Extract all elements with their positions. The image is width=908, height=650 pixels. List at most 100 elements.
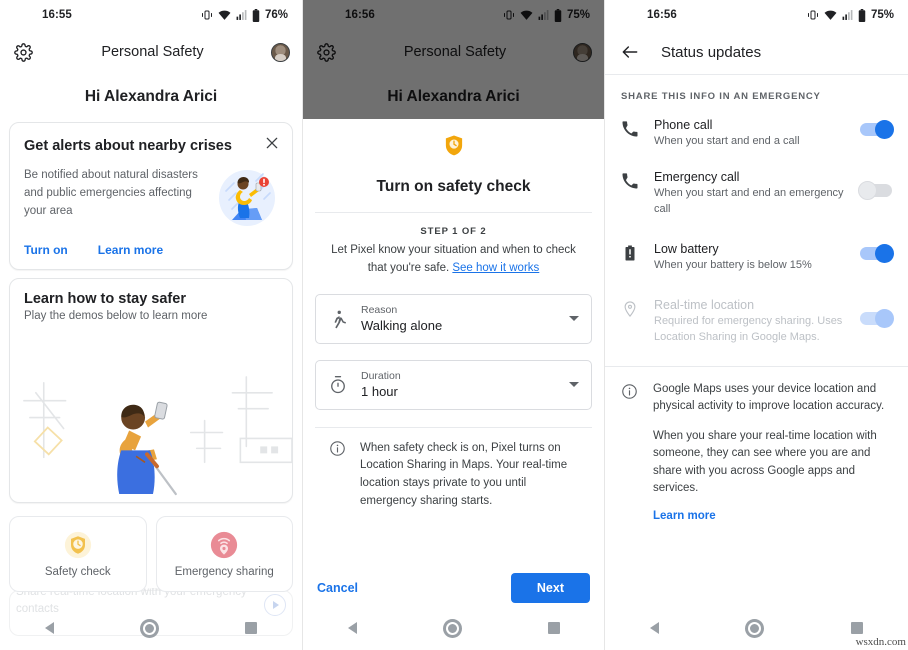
app-bar: Status updates [605, 30, 908, 74]
arrow-back-icon[interactable] [619, 41, 641, 63]
location-pin-icon [624, 301, 636, 317]
learn-more-link[interactable]: Learn more [98, 243, 163, 257]
battery-percent: 75% [870, 9, 894, 21]
close-icon[interactable] [264, 135, 280, 151]
status-bar: 16:56 75% [605, 0, 908, 30]
row-low-battery[interactable]: Low battery When your battery is below 1… [605, 232, 908, 284]
safety-check-shield-clock-icon [64, 531, 91, 558]
row-emergency-call[interactable]: Emergency call When you start and end an… [605, 160, 908, 228]
toggle-knob [858, 180, 877, 200]
section-header: SHARE THIS INFO IN AN EMERGENCY [621, 91, 821, 102]
reason-dropdown[interactable]: Reason Walking alone [315, 293, 592, 344]
row-realtime-location-title: Real-time location [654, 297, 755, 312]
crisis-alerts-description: Be notified about natural disasters and … [24, 169, 198, 217]
learn-demos-title: Learn how to stay safer [24, 291, 186, 308]
nav-home-icon[interactable] [445, 621, 459, 635]
row-phone-call-text: Phone call When you start and end a call [654, 118, 845, 150]
toggle-phone-call[interactable] [860, 120, 894, 139]
row-phone-call-subtitle: When you start and end a call [654, 135, 800, 147]
step-indicator: STEP 1 OF 2 [420, 226, 487, 237]
row-realtime-location-text: Real-time location Required for emergenc… [654, 298, 845, 346]
nav-back-icon[interactable] [649, 622, 659, 634]
signal-icon [236, 10, 247, 20]
row-emergency-call-title: Emergency call [654, 169, 740, 184]
duration-label: Duration [361, 369, 401, 382]
learn-demos-card[interactable]: Learn how to stay safer Play the demos b… [9, 278, 293, 504]
chevron-down-icon[interactable] [569, 382, 579, 388]
nav-recents-icon[interactable] [851, 622, 864, 634]
page-title: Personal Safety [101, 44, 204, 60]
chevron-down-icon[interactable] [569, 316, 579, 322]
app-bar: Personal Safety [0, 30, 302, 74]
nav-recents-icon[interactable] [245, 622, 258, 634]
screen-turn-on-safety-check: 16:56 75% Personal Safety Hi Alexandra A… [302, 0, 604, 650]
wifi-icon [824, 10, 837, 20]
row-emergency-call-text: Emergency call When you start and end an… [654, 170, 845, 218]
row-phone-call[interactable]: Phone call When you start and end a call [605, 108, 908, 160]
turn-on-link[interactable]: Turn on [24, 243, 68, 257]
row-phone-call-title: Phone call [654, 118, 713, 132]
stopwatch-icon [331, 375, 345, 393]
cancel-button[interactable]: Cancel [317, 581, 358, 595]
battery-percent: 76% [264, 9, 288, 21]
toggle-knob [875, 120, 894, 139]
watermark: wsxdn.com [855, 636, 906, 648]
battery-icon [858, 8, 866, 22]
nav-home-icon[interactable] [142, 621, 156, 635]
emergency-sharing-location-icon [211, 531, 238, 558]
toggle-knob [875, 243, 894, 263]
duration-value: 1 hour [361, 384, 398, 400]
info-icon [330, 440, 345, 456]
row-low-battery-text: Low battery When your battery is below 1… [654, 242, 845, 274]
signal-icon [842, 10, 853, 20]
tile-safety-check-label: Safety check [44, 565, 111, 578]
person-with-phone-alert-illustration [216, 167, 278, 229]
shield-clock-icon [445, 135, 462, 156]
status-icons: 75% [807, 8, 894, 22]
phone-icon [622, 121, 638, 137]
battery-icon [252, 8, 260, 22]
reason-value: Walking alone [361, 318, 443, 334]
nav-back-icon[interactable] [44, 622, 54, 634]
maps-learn-more-link[interactable]: Learn more [653, 510, 716, 522]
sheet-title: Turn on safety check [376, 178, 531, 195]
tile-emergency-sharing[interactable]: Emergency sharing [155, 516, 293, 592]
row-low-battery-subtitle: When your battery is below 15% [654, 258, 812, 271]
maps-info-paragraph-1: Google Maps uses your device location an… [653, 382, 885, 412]
toggle-emergency-call[interactable] [858, 180, 892, 200]
nav-recents-icon[interactable] [547, 622, 560, 634]
row-realtime-location-subtitle: Required for emergency sharing. Uses Loc… [654, 314, 843, 343]
status-icons: 76% [201, 8, 288, 22]
duration-dropdown[interactable]: Duration 1 hour [315, 359, 592, 410]
learn-demos-subtitle: Play the demos below to learn more [24, 310, 208, 323]
system-nav-bar [0, 606, 302, 650]
wifi-icon [218, 10, 231, 20]
reason-field-text: Reason Walking alone [361, 304, 556, 334]
row-realtime-location: Real-time location Required for emergenc… [605, 288, 908, 356]
toggle-realtime-location [860, 308, 894, 328]
quick-action-tiles: Safety check Emergency sharing [9, 516, 293, 592]
phone-icon [622, 173, 638, 189]
next-button[interactable]: Next [510, 573, 590, 603]
avatar[interactable] [271, 42, 290, 62]
toggle-low-battery[interactable] [860, 243, 894, 263]
modal-scrim[interactable] [303, 0, 604, 119]
divider [315, 212, 592, 213]
safety-check-bottom-sheet: Turn on safety check STEP 1 OF 2 Let Pix… [303, 119, 604, 650]
see-how-it-works-link[interactable]: See how it works [452, 262, 539, 274]
crisis-alerts-card: Get alerts about nearby crises Be notifi… [9, 122, 293, 271]
nav-back-icon[interactable] [347, 622, 357, 634]
tile-safety-check[interactable]: Safety check [9, 516, 147, 592]
maps-info-block: Google Maps uses your device location an… [605, 367, 908, 525]
maps-info-paragraph-2: When you share your real-time location w… [653, 430, 877, 494]
sheet-hero: Turn on safety check [303, 119, 604, 212]
nav-home-icon[interactable] [748, 621, 762, 635]
location-sharing-note: When safety check is on, Pixel turns on … [315, 426, 592, 511]
tile-emergency-sharing-label: Emergency sharing [174, 565, 274, 578]
reason-label: Reason [361, 303, 398, 316]
system-nav-bar [303, 606, 604, 650]
greeting-text: Hi Alexandra Arici [84, 88, 218, 105]
status-time: 16:56 [647, 9, 677, 21]
gear-icon[interactable] [12, 41, 34, 63]
crisis-alerts-title: Get alerts about nearby crises [24, 138, 232, 154]
